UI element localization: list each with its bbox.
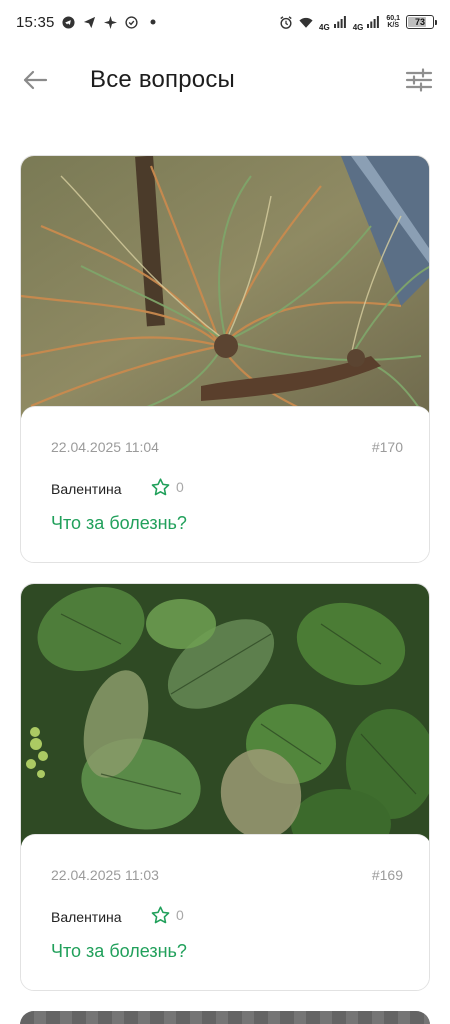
question-date: 22.04.2025 11:03 xyxy=(51,867,159,883)
network-type-2: 4G xyxy=(352,23,364,32)
question-date: 22.04.2025 11:04 xyxy=(51,439,159,455)
sparkle-icon xyxy=(104,15,118,29)
question-card[interactable]: 22.04.2025 11:04 #170 Валентина 0 Что за… xyxy=(20,155,430,563)
question-title[interactable]: Что за болезнь? xyxy=(51,941,187,962)
status-bar: 15:35 4G 4G 60,1 K/S 73 xyxy=(0,0,450,44)
speed-unit: K/S xyxy=(387,22,400,29)
star-icon xyxy=(151,906,170,924)
send-icon xyxy=(83,15,97,29)
status-left: 15:35 xyxy=(16,14,160,31)
arrow-left-icon xyxy=(23,70,48,90)
questions-feed: 22.04.2025 11:04 #170 Валентина 0 Что за… xyxy=(20,155,430,1024)
star-icon xyxy=(151,478,170,496)
question-number: #169 xyxy=(371,867,403,883)
network-type-1: 4G xyxy=(319,23,330,32)
status-right: 4G 4G 60,1 K/S 73 xyxy=(279,12,437,32)
alarm-icon xyxy=(279,15,293,29)
signal-icon xyxy=(366,15,380,29)
telegram-icon xyxy=(62,15,76,29)
check-circle-icon xyxy=(125,15,139,29)
back-button[interactable] xyxy=(18,64,52,96)
speed-value: 60,1 xyxy=(386,15,400,22)
question-author: Валентина xyxy=(51,481,122,497)
question-number: #170 xyxy=(371,439,403,455)
favorite-button[interactable]: 0 xyxy=(151,478,184,496)
question-photo[interactable] xyxy=(21,156,429,418)
sliders-icon xyxy=(405,68,433,92)
question-card-partial[interactable] xyxy=(20,1011,430,1024)
signal-icon xyxy=(333,15,347,29)
dot-icon xyxy=(146,15,160,29)
question-info: 22.04.2025 11:03 #169 Валентина 0 Что за… xyxy=(21,834,429,990)
question-author: Валентина xyxy=(51,909,122,925)
question-info: 22.04.2025 11:04 #170 Валентина 0 Что за… xyxy=(21,406,429,562)
favorite-count: 0 xyxy=(176,907,184,923)
favorite-button[interactable]: 0 xyxy=(151,906,184,924)
filter-button[interactable] xyxy=(402,64,436,96)
favorite-count: 0 xyxy=(176,479,184,495)
wifi-icon xyxy=(299,15,313,29)
question-photo[interactable] xyxy=(21,584,429,846)
question-title[interactable]: Что за болезнь? xyxy=(51,513,187,534)
network-speed: 60,1 K/S xyxy=(386,15,400,29)
page-title: Все вопросы xyxy=(90,66,235,93)
question-card[interactable]: 22.04.2025 11:03 #169 Валентина 0 Что за… xyxy=(20,583,430,991)
battery-icon: 73 xyxy=(406,15,437,29)
status-time: 15:35 xyxy=(16,13,55,31)
battery-percent: 73 xyxy=(414,17,425,27)
app-header: Все вопросы xyxy=(0,52,450,108)
